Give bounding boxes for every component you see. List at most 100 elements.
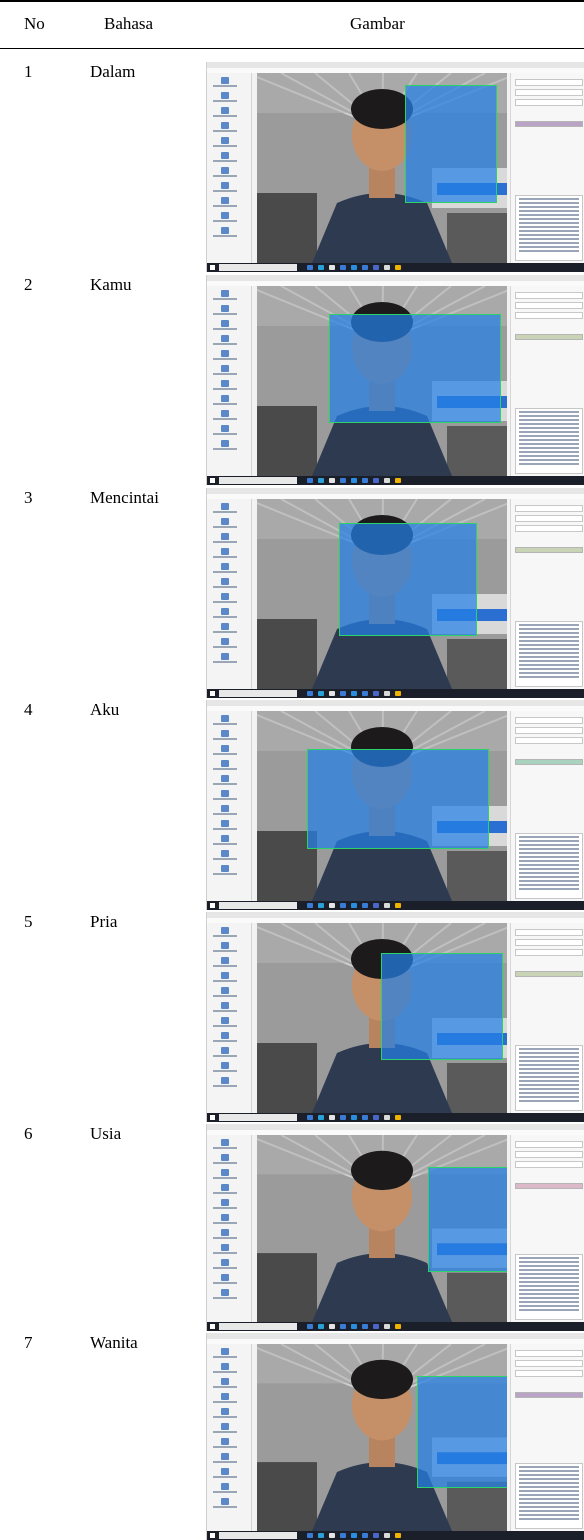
file-list-item[interactable]	[519, 868, 579, 870]
file-list-item[interactable]	[519, 1273, 579, 1275]
tool-button[interactable]	[213, 638, 237, 650]
tool-button[interactable]	[213, 305, 237, 317]
file-list-item[interactable]	[519, 644, 579, 646]
taskbar-search[interactable]	[219, 690, 297, 697]
tool-button[interactable]	[213, 167, 237, 179]
file-list-item[interactable]	[519, 222, 579, 224]
taskbar-app-icon[interactable]	[318, 478, 324, 483]
difficult-checkbox[interactable]	[515, 727, 583, 734]
file-list-item[interactable]	[519, 455, 579, 457]
difficult-checkbox[interactable]	[515, 1360, 583, 1367]
file-list-item[interactable]	[519, 888, 579, 890]
tool-button[interactable]	[213, 1348, 237, 1360]
file-list-item[interactable]	[519, 836, 579, 838]
taskbar-app-icon[interactable]	[307, 691, 313, 696]
file-list-item[interactable]	[519, 439, 579, 441]
file-list-item[interactable]	[519, 652, 579, 654]
file-list-item[interactable]	[519, 636, 579, 638]
taskbar-app-icon[interactable]	[373, 691, 379, 696]
taskbar-search[interactable]	[219, 1532, 297, 1539]
taskbar-app-icon[interactable]	[384, 903, 390, 908]
tool-button[interactable]	[213, 227, 237, 239]
tool-button[interactable]	[213, 790, 237, 802]
taskbar-app-icon[interactable]	[340, 1324, 346, 1329]
file-list-item[interactable]	[519, 840, 579, 842]
file-list-item[interactable]	[519, 1510, 579, 1512]
taskbar-app-icon[interactable]	[318, 1324, 324, 1329]
tool-button[interactable]	[213, 1274, 237, 1286]
file-list-item[interactable]	[519, 884, 579, 886]
taskbar-app-icon[interactable]	[395, 478, 401, 483]
file-list-item[interactable]	[519, 632, 579, 634]
taskbar-app-icon[interactable]	[395, 691, 401, 696]
tool-button[interactable]	[213, 775, 237, 787]
label-input[interactable]	[515, 79, 583, 86]
tool-button[interactable]	[213, 77, 237, 89]
tool-button[interactable]	[213, 805, 237, 817]
taskbar-app-icon[interactable]	[373, 903, 379, 908]
file-list-item[interactable]	[519, 419, 579, 421]
taskbar-search[interactable]	[219, 1323, 297, 1330]
taskbar-app-icon[interactable]	[318, 691, 324, 696]
file-list-item[interactable]	[519, 1261, 579, 1263]
tool-button[interactable]	[213, 290, 237, 302]
label-list-item[interactable]	[515, 121, 583, 127]
file-list-item[interactable]	[519, 1478, 579, 1480]
start-icon[interactable]	[210, 1533, 215, 1538]
tool-button[interactable]	[213, 835, 237, 847]
tool-button[interactable]	[213, 1154, 237, 1166]
file-list-item[interactable]	[519, 226, 579, 228]
file-list-item[interactable]	[519, 1466, 579, 1468]
file-list-item[interactable]	[519, 415, 579, 417]
file-list-item[interactable]	[519, 1080, 579, 1082]
taskbar-app-icon[interactable]	[329, 1115, 335, 1120]
bounding-box[interactable]	[307, 749, 489, 849]
start-icon[interactable]	[210, 265, 215, 270]
file-list-item[interactable]	[519, 246, 579, 248]
difficult-checkbox[interactable]	[515, 939, 583, 946]
tool-button[interactable]	[213, 623, 237, 635]
taskbar-app-icon[interactable]	[307, 265, 313, 270]
start-icon[interactable]	[210, 691, 215, 696]
tool-button[interactable]	[213, 1214, 237, 1226]
taskbar-app-icon[interactable]	[340, 1533, 346, 1538]
taskbar-app-icon[interactable]	[318, 903, 324, 908]
file-list-item[interactable]	[519, 1498, 579, 1500]
file-list-item[interactable]	[519, 411, 579, 413]
file-list-item[interactable]	[519, 628, 579, 630]
taskbar-app-icon[interactable]	[384, 691, 390, 696]
taskbar-app-icon[interactable]	[373, 478, 379, 483]
taskbar-app-icon[interactable]	[362, 1324, 368, 1329]
difficult-checkbox[interactable]	[515, 1151, 583, 1158]
tool-button[interactable]	[213, 440, 237, 452]
taskbar-app-icon[interactable]	[373, 1115, 379, 1120]
file-list-item[interactable]	[519, 1305, 579, 1307]
file-list-item[interactable]	[519, 443, 579, 445]
file-list-item[interactable]	[519, 864, 579, 866]
tool-button[interactable]	[213, 182, 237, 194]
tool-button[interactable]	[213, 715, 237, 727]
taskbar-app-icon[interactable]	[351, 903, 357, 908]
tool-button[interactable]	[213, 395, 237, 407]
tool-button[interactable]	[213, 320, 237, 332]
tool-button[interactable]	[213, 1169, 237, 1181]
taskbar-app-icon[interactable]	[329, 265, 335, 270]
tool-button[interactable]	[213, 578, 237, 590]
taskbar-app-icon[interactable]	[362, 265, 368, 270]
file-list-item[interactable]	[519, 234, 579, 236]
tool-button[interactable]	[213, 745, 237, 757]
tool-button[interactable]	[213, 1047, 237, 1059]
tool-button[interactable]	[213, 410, 237, 422]
tool-button[interactable]	[213, 593, 237, 605]
label-list-item[interactable]	[515, 1392, 583, 1398]
start-icon[interactable]	[210, 1115, 215, 1120]
file-list-item[interactable]	[519, 431, 579, 433]
file-list-item[interactable]	[519, 206, 579, 208]
file-list-item[interactable]	[519, 1514, 579, 1516]
file-list-item[interactable]	[519, 624, 579, 626]
taskbar-app-icon[interactable]	[351, 478, 357, 483]
tool-button[interactable]	[213, 987, 237, 999]
tool-button[interactable]	[213, 380, 237, 392]
difficult-checkbox[interactable]	[515, 302, 583, 309]
file-list-item[interactable]	[519, 1309, 579, 1311]
